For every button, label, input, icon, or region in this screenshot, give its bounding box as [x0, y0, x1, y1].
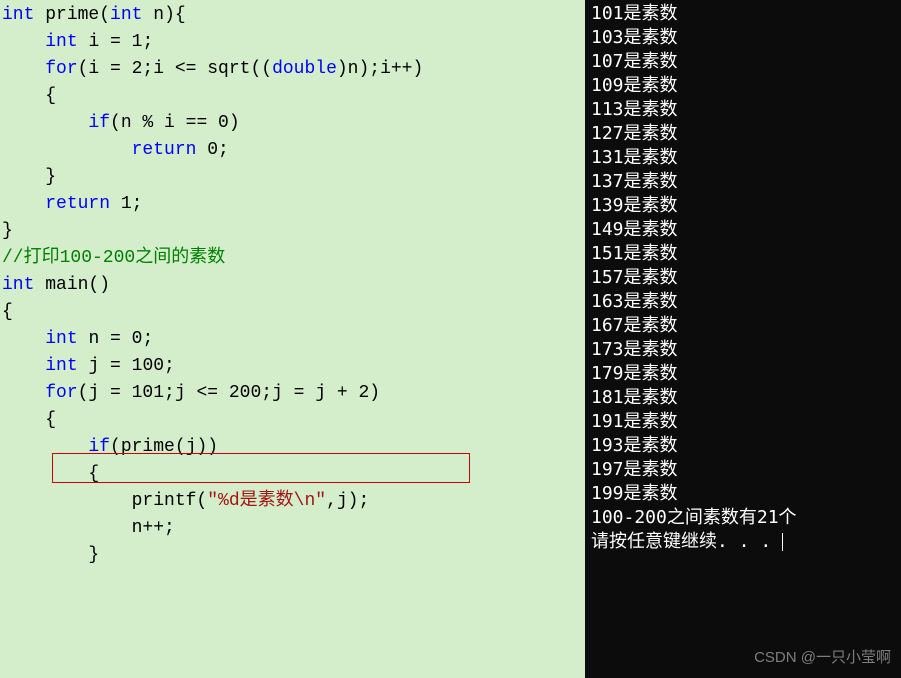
code-line: int i = 1;	[0, 29, 585, 56]
console-output-panel[interactable]: 101是素数103是素数107是素数109是素数113是素数127是素数131是…	[585, 0, 901, 678]
terminal-cursor	[782, 533, 783, 551]
code-editor-panel[interactable]: int prime(int n){ int i = 1; for(i = 2;i…	[0, 0, 585, 678]
console-line: 100-200之间素数有21个	[591, 506, 895, 530]
console-line: 107是素数	[591, 50, 895, 74]
console-line: 179是素数	[591, 362, 895, 386]
code-line: n++;	[0, 515, 585, 542]
console-content: 101是素数103是素数107是素数109是素数113是素数127是素数131是…	[591, 2, 895, 554]
console-line: 193是素数	[591, 434, 895, 458]
console-line: 173是素数	[591, 338, 895, 362]
code-line: return 0;	[0, 137, 585, 164]
console-line: 103是素数	[591, 26, 895, 50]
console-line: 163是素数	[591, 290, 895, 314]
code-line: printf("%d是素数\n",j);	[0, 488, 585, 515]
code-line: if(n % i == 0)	[0, 110, 585, 137]
code-highlight-box	[52, 453, 470, 483]
code-line: }	[0, 164, 585, 191]
console-line: 191是素数	[591, 410, 895, 434]
console-line: 157是素数	[591, 266, 895, 290]
code-line: for(j = 101;j <= 200;j = j + 2)	[0, 380, 585, 407]
console-line: 199是素数	[591, 482, 895, 506]
code-line: //打印100-200之间的素数	[0, 245, 585, 272]
code-line: }	[0, 218, 585, 245]
console-line: 139是素数	[591, 194, 895, 218]
watermark-text: CSDN @一只小莹啊	[754, 646, 891, 670]
code-line: int main()	[0, 272, 585, 299]
code-line: int j = 100;	[0, 353, 585, 380]
console-line: 109是素数	[591, 74, 895, 98]
console-line: 113是素数	[591, 98, 895, 122]
code-line: {	[0, 83, 585, 110]
code-line: }	[0, 542, 585, 569]
console-line: 151是素数	[591, 242, 895, 266]
console-line: 127是素数	[591, 122, 895, 146]
console-line: 197是素数	[591, 458, 895, 482]
console-line: 137是素数	[591, 170, 895, 194]
console-line: 101是素数	[591, 2, 895, 26]
code-line: {	[0, 299, 585, 326]
console-line: 167是素数	[591, 314, 895, 338]
console-line: 131是素数	[591, 146, 895, 170]
console-line: 请按任意键继续. . .	[591, 530, 895, 554]
code-line: for(i = 2;i <= sqrt((double)n);i++)	[0, 56, 585, 83]
code-line: int n = 0;	[0, 326, 585, 353]
code-line: int prime(int n){	[0, 2, 585, 29]
code-content: int prime(int n){ int i = 1; for(i = 2;i…	[0, 2, 585, 569]
code-line: {	[0, 407, 585, 434]
code-line: return 1;	[0, 191, 585, 218]
console-line: 181是素数	[591, 386, 895, 410]
console-line: 149是素数	[591, 218, 895, 242]
